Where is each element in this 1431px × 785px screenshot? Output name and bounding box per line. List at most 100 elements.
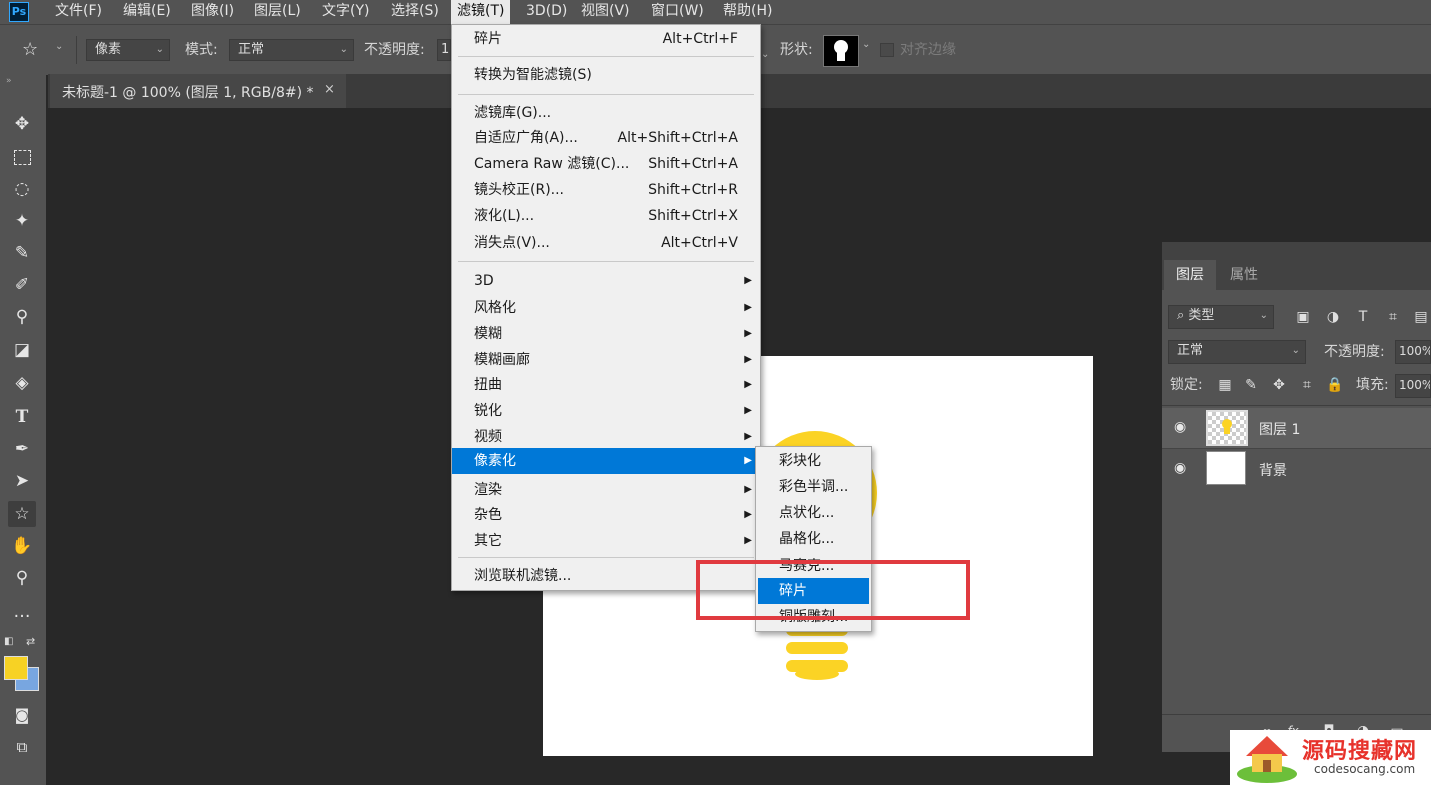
fill-input[interactable]: 100% — [1395, 374, 1431, 398]
eyedropper-tool-icon[interactable]: ✎ — [8, 240, 36, 266]
layer-opacity-input[interactable]: 100% — [1395, 340, 1431, 364]
zoom-tool-icon[interactable]: ⚲ — [8, 565, 36, 591]
default-colors-icon[interactable]: ◧ — [4, 636, 13, 647]
filter-menu-item-render[interactable]: 渲染 ▶ — [452, 477, 760, 503]
filter-menu-item-other[interactable]: 其它 ▶ — [452, 528, 760, 554]
filter-menu-dropdown: 碎片 Alt+Ctrl+F 转换为智能滤镜(S) 滤镜库(G)... 自适应广角(… — [451, 24, 761, 591]
menu-window[interactable]: 窗口(W) — [645, 0, 710, 24]
shortcut-label: Alt+Ctrl+V — [661, 235, 738, 251]
marquee-tool-icon[interactable] — [8, 144, 36, 170]
sample-size-select[interactable]: 像素 ⌄ — [86, 39, 170, 61]
tool-preset-chevron-icon[interactable]: ⌄ — [55, 41, 63, 52]
adjustment-filter-icon[interactable]: ◑ — [1324, 308, 1342, 326]
submenu-item-crystallize[interactable]: 晶格化... — [756, 526, 871, 552]
layer-filter-select[interactable]: ⌕ 类型 ⌄ — [1168, 305, 1274, 329]
submenu-arrow-icon: ▶ — [744, 275, 752, 286]
tab-properties[interactable]: 属性 — [1218, 260, 1270, 290]
lightbulb-shape-icon[interactable] — [823, 35, 859, 67]
filter-menu-item-filter-gallery[interactable]: 滤镜库(G)... — [452, 100, 760, 126]
lasso-tool-icon[interactable]: ◌ — [8, 176, 36, 202]
quick-mask-icon[interactable]: ◙ — [8, 702, 36, 728]
filter-menu-item-sharpen[interactable]: 锐化 ▶ — [452, 398, 760, 424]
layers-panel: 图层 属性 ⌕ 类型 ⌄ ▣ ◑ T ⌗ ▤ 正常 ⌄ 不透明度: 100% 锁定:… — [1162, 242, 1431, 752]
lock-image-brush-icon[interactable]: ✎ — [1242, 376, 1260, 394]
smart-object-filter-icon[interactable]: ▤ — [1412, 308, 1430, 326]
more-tools-icon[interactable]: … — [8, 599, 36, 625]
filter-menu-item-pixelate[interactable]: 像素化 ▶ — [452, 448, 760, 474]
pen-tool-icon[interactable]: ✒ — [8, 436, 36, 462]
menu-filter[interactable]: 滤镜(T) — [451, 0, 511, 24]
filter-menu-item-noise[interactable]: 杂色 ▶ — [452, 502, 760, 528]
filter-menu-item-distort[interactable]: 扭曲 ▶ — [452, 372, 760, 398]
eraser-tool-icon[interactable]: ◪ — [8, 337, 36, 363]
chevron-down-icon[interactable]: ⌄ — [862, 39, 870, 50]
hand-tool-icon[interactable]: ✋ — [8, 533, 36, 559]
layer-row[interactable]: ◉ 图层 1 — [1162, 408, 1431, 448]
menu-divider — [458, 56, 754, 57]
filter-menu-item-blur[interactable]: 模糊 ▶ — [452, 321, 760, 347]
filter-menu-item-3d[interactable]: 3D ▶ — [452, 268, 760, 294]
filter-menu-item-liquify[interactable]: 液化(L)... Shift+Ctrl+X — [452, 203, 760, 229]
menu-image[interactable]: 图像(I) — [185, 0, 240, 24]
document-tab[interactable]: 未标题-1 @ 100% (图层 1, RGB/8#) * × — [50, 74, 346, 108]
brush-tool-icon[interactable]: ✐ — [8, 272, 36, 298]
filter-menu-item-blur-gallery[interactable]: 模糊画廊 ▶ — [452, 347, 760, 373]
menu-select[interactable]: 选择(S) — [385, 0, 445, 24]
submenu-item-color-halftone-facet[interactable]: 彩块化 — [756, 448, 871, 474]
quick-selection-tool-icon[interactable]: ☆ — [8, 501, 36, 527]
menu-layer[interactable]: 图层(L) — [248, 0, 307, 24]
filter-menu-item-last-filter[interactable]: 碎片 Alt+Ctrl+F — [452, 26, 760, 52]
tab-layers[interactable]: 图层 — [1164, 260, 1216, 290]
menu-help[interactable]: 帮助(H) — [717, 0, 778, 24]
lock-transparent-icon[interactable]: ▦ — [1216, 376, 1234, 394]
submenu-item-color-halftone[interactable]: 彩色半调... — [756, 474, 871, 500]
menu-item-label: Camera Raw 滤镜(C)... — [474, 156, 630, 172]
menu-view[interactable]: 视图(V) — [575, 0, 636, 24]
filter-menu-item-lens-correction[interactable]: 镜头校正(R)... Shift+Ctrl+R — [452, 177, 760, 203]
paint-bucket-tool-icon[interactable]: ◈ — [8, 370, 36, 396]
magic-wand-tool-icon[interactable]: ✦ — [8, 208, 36, 234]
move-tool-icon[interactable]: ✥ — [8, 111, 36, 137]
opacity-input[interactable]: 10 — [437, 39, 451, 61]
layer-name: 图层 1 — [1259, 422, 1301, 438]
eye-icon[interactable]: ◉ — [1174, 419, 1186, 435]
filter-menu-item-vanishing-point[interactable]: 消失点(V)... Alt+Ctrl+V — [452, 230, 760, 256]
screen-mode-icon[interactable]: ⧉ — [8, 734, 36, 760]
lock-artboard-icon[interactable]: ⌗ — [1298, 376, 1316, 394]
menu-file[interactable]: 文件(F) — [49, 0, 108, 24]
collapse-icon[interactable]: » — [6, 76, 12, 86]
menu-3d[interactable]: 3D(D) — [520, 0, 573, 24]
shape-filter-icon[interactable]: ⌗ — [1384, 308, 1402, 326]
filter-menu-item-adaptive-wide-angle[interactable]: 自适应广角(A)... Alt+Shift+Ctrl+A — [452, 125, 760, 151]
foreground-color-swatch[interactable] — [4, 656, 28, 680]
blend-mode-select[interactable]: 正常 ⌄ — [1168, 340, 1306, 364]
lock-position-icon[interactable]: ✥ — [1270, 376, 1288, 394]
mode-select[interactable]: 正常 ⌄ — [229, 39, 354, 61]
swap-colors-icon[interactable]: ⇄ — [26, 635, 35, 648]
quick-selection-icon[interactable]: ☆ — [22, 39, 50, 61]
clone-stamp-tool-icon[interactable]: ⚲ — [8, 304, 36, 330]
align-edges-checkbox[interactable] — [880, 43, 894, 57]
menu-item-label: 自适应广角(A)... — [474, 130, 578, 146]
shortcut-label: Alt+Shift+Ctrl+A — [617, 130, 738, 146]
filter-menu-item-video[interactable]: 视频 ▶ — [452, 424, 760, 450]
type-filter-icon[interactable]: T — [1354, 308, 1372, 326]
menu-type[interactable]: 文字(Y) — [316, 0, 375, 24]
filter-menu-item-stylize[interactable]: 风格化 ▶ — [452, 295, 760, 321]
pixel-filter-icon[interactable]: ▣ — [1294, 308, 1312, 326]
lock-all-icon[interactable]: 🔒 — [1326, 376, 1344, 394]
filter-menu-item-camera-raw[interactable]: Camera Raw 滤镜(C)... Shift+Ctrl+A — [452, 151, 760, 177]
type-tool-icon[interactable]: T — [8, 404, 36, 430]
submenu-item-pointillize[interactable]: 点状化... — [756, 500, 871, 526]
watermark-title: 源码搜藏网 — [1302, 739, 1418, 764]
chevron-down-icon[interactable]: ⌄ — [761, 49, 769, 60]
layer-row[interactable]: ◉ 背景 — [1162, 449, 1431, 489]
eye-icon[interactable]: ◉ — [1174, 460, 1186, 476]
close-icon[interactable]: × — [324, 82, 335, 97]
filter-menu-item-convert-smart[interactable]: 转换为智能滤镜(S) — [452, 62, 760, 88]
menu-item-label: 渲染 — [474, 482, 502, 498]
menu-item-label: 滤镜库(G)... — [474, 105, 552, 121]
menu-edit[interactable]: 编辑(E) — [117, 0, 177, 24]
blend-mode-value: 正常 — [1177, 343, 1204, 358]
path-selection-tool-icon[interactable]: ➤ — [8, 468, 36, 494]
